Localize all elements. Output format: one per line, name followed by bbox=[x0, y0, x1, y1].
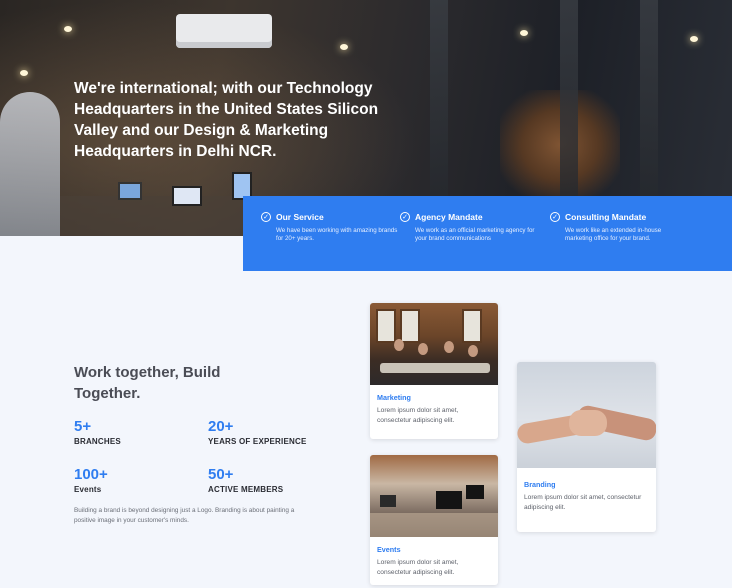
check-circle-icon: ✓ bbox=[550, 212, 560, 222]
stat-label: ACTIVE MEMBERS bbox=[208, 485, 284, 494]
service-title: Our Service bbox=[276, 212, 324, 222]
card-events[interactable]: Events Lorem ipsum dolor sit amet, conse… bbox=[370, 455, 498, 585]
card-image-branding bbox=[517, 362, 656, 468]
card-marketing[interactable]: Marketing Lorem ipsum dolor sit amet, co… bbox=[370, 303, 498, 439]
service-item-our-service: ✓ Our Service We have been working with … bbox=[261, 212, 401, 243]
service-description: We work like an extended in-house market… bbox=[565, 227, 662, 242]
card-text: Lorem ipsum dolor sit amet, consectetur … bbox=[377, 559, 459, 576]
service-item-consulting-mandate: ✓ Consulting Mandate We work like an ext… bbox=[550, 212, 690, 243]
hero-headline: We're international; with our Technology… bbox=[74, 80, 379, 160]
hero-ceiling-light bbox=[340, 44, 348, 50]
about-blurb: Building a brand is beyond designing jus… bbox=[74, 507, 295, 524]
stat-years: 20+ YEARS OF EXPERIENCE bbox=[208, 418, 338, 446]
hero-ceiling-light bbox=[20, 70, 28, 76]
section-headline: Work together, Build Together. bbox=[74, 364, 221, 402]
stat-members: 50+ ACTIVE MEMBERS bbox=[208, 466, 338, 494]
service-title: Consulting Mandate bbox=[565, 212, 647, 222]
service-description: We have been working with amazing brands… bbox=[276, 227, 398, 242]
stat-label: Events bbox=[74, 485, 102, 494]
service-item-agency-mandate: ✓ Agency Mandate We work as an official … bbox=[400, 212, 540, 243]
stat-branches: 5+ BRANCHES bbox=[74, 418, 204, 446]
stat-number: 20+ bbox=[208, 418, 234, 435]
stat-number: 100+ bbox=[74, 466, 108, 483]
card-image-events bbox=[370, 455, 498, 537]
card-branding[interactable]: Branding Lorem ipsum dolor sit amet, con… bbox=[517, 362, 656, 532]
service-description: We work as an official marketing agency … bbox=[415, 227, 535, 242]
hero-person bbox=[0, 92, 60, 236]
stat-label: BRANCHES bbox=[74, 437, 121, 446]
card-title[interactable]: Branding bbox=[524, 480, 649, 489]
hero-ceiling-light bbox=[690, 36, 698, 42]
hero-ceiling-light bbox=[64, 26, 72, 32]
service-title: Agency Mandate bbox=[415, 212, 483, 222]
stat-number: 5+ bbox=[74, 418, 92, 435]
hero-ceiling-light bbox=[520, 30, 528, 36]
card-text: Lorem ipsum dolor sit amet, consectetur … bbox=[377, 407, 459, 424]
stat-events: 100+ Events bbox=[74, 466, 204, 494]
hero-desk bbox=[60, 196, 260, 236]
services-bar: ✓ Our Service We have been working with … bbox=[243, 196, 732, 271]
stat-label: YEARS OF EXPERIENCE bbox=[208, 437, 307, 446]
card-text: Lorem ipsum dolor sit amet, consectetur … bbox=[524, 494, 642, 511]
card-title[interactable]: Marketing bbox=[377, 393, 491, 402]
stat-number: 50+ bbox=[208, 466, 234, 483]
check-circle-icon: ✓ bbox=[400, 212, 410, 222]
hero-laptop bbox=[172, 186, 202, 206]
card-image-marketing bbox=[370, 303, 498, 385]
card-title[interactable]: Events bbox=[377, 545, 491, 554]
hero-laptop bbox=[118, 182, 142, 200]
hero-ac-unit bbox=[176, 14, 272, 48]
check-circle-icon: ✓ bbox=[261, 212, 271, 222]
